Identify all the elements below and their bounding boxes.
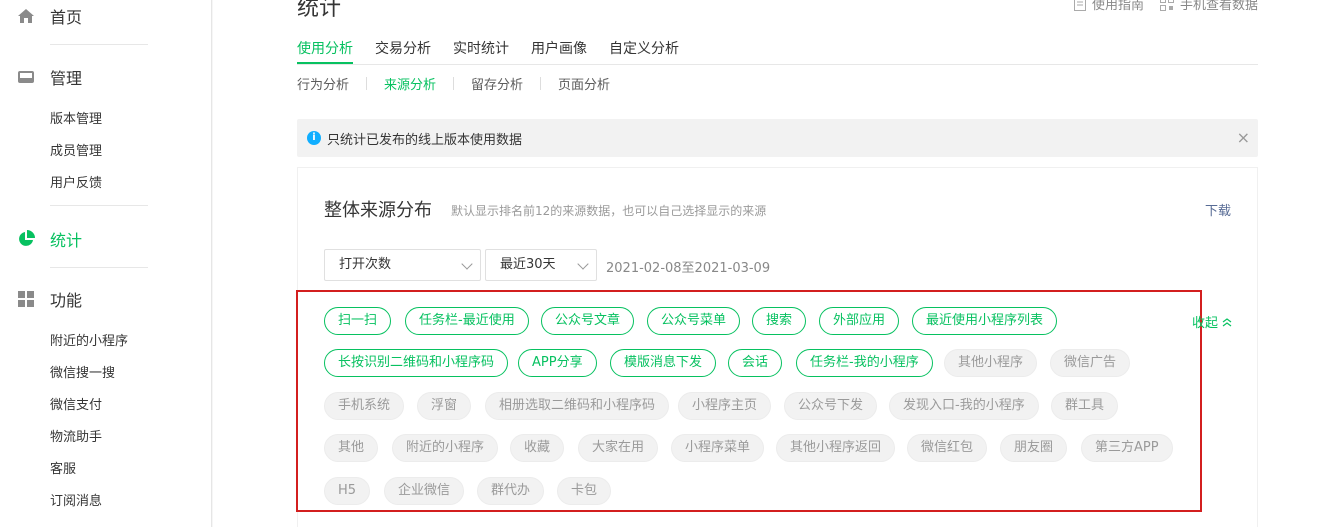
document-icon xyxy=(1073,0,1086,11)
source-tag[interactable]: 第三方APP xyxy=(1081,434,1173,462)
subtab-source[interactable]: 来源分析 xyxy=(384,74,436,93)
tab-usage[interactable]: 使用分析 xyxy=(297,38,353,64)
inbox-icon xyxy=(16,67,36,87)
grid-icon xyxy=(16,289,36,309)
sidebar-item-search[interactable]: 微信搜一搜 xyxy=(50,364,115,384)
divider xyxy=(540,77,542,90)
notice-text: 只统计已发布的线上版本使用数据 xyxy=(327,132,523,148)
source-tag[interactable]: 搜索 xyxy=(752,307,807,335)
sidebar-item-subscribe[interactable]: 订阅消息 xyxy=(50,492,102,512)
source-tag[interactable]: 公众号文章 xyxy=(541,307,635,335)
source-tag[interactable]: 附近的小程序 xyxy=(392,434,499,462)
sidebar: 首页 管理 版本管理 成员管理 用户反馈 统计 功能 附近的小程序 微信搜一搜 … xyxy=(0,0,212,527)
source-tag[interactable]: 朋友圈 xyxy=(1000,434,1068,462)
source-tag[interactable]: 群代办 xyxy=(477,477,545,505)
info-icon: i xyxy=(307,131,321,145)
source-tag[interactable]: 长按识别二维码和小程序码 xyxy=(324,349,509,377)
source-tag[interactable]: 外部应用 xyxy=(819,307,900,335)
tab-realtime[interactable]: 实时统计 xyxy=(453,38,509,64)
source-tag[interactable]: 模版消息下发 xyxy=(610,349,717,377)
sidebar-item-nearby[interactable]: 附近的小程序 xyxy=(50,332,128,352)
top-links: 使用指南 手机查看数据 xyxy=(1073,0,1258,13)
source-tag[interactable]: 卡包 xyxy=(557,477,612,505)
nav-features[interactable]: 功能 xyxy=(16,287,82,311)
tab-portrait[interactable]: 用户画像 xyxy=(531,38,587,64)
subtab-behavior[interactable]: 行为分析 xyxy=(297,74,349,93)
tab-trade[interactable]: 交易分析 xyxy=(375,38,431,64)
source-tag[interactable]: 相册选取二维码和小程序码 xyxy=(485,392,670,420)
secondary-tabs: 行为分析 来源分析 留存分析 页面分析 xyxy=(297,74,610,93)
nav-features-label: 功能 xyxy=(50,291,83,310)
home-icon xyxy=(16,6,36,26)
nav-manage[interactable]: 管理 xyxy=(16,65,82,89)
sidebar-item-feedback[interactable]: 用户反馈 xyxy=(50,174,102,194)
range-select-value: 最近30天 xyxy=(500,257,556,272)
metric-select-value: 打开次数 xyxy=(339,257,392,272)
guide-link[interactable]: 使用指南 xyxy=(1073,0,1144,13)
date-range: 2021-02-08至2021-03-09 xyxy=(606,261,771,276)
divider xyxy=(453,77,455,90)
panel-desc: 默认显示排名前12的来源数据，也可以自己选择显示的来源 xyxy=(451,204,767,218)
source-tag[interactable]: 小程序菜单 xyxy=(671,434,765,462)
guide-link-label: 使用指南 xyxy=(1091,0,1144,13)
mobile-link[interactable]: 手机查看数据 xyxy=(1159,0,1258,13)
collapse-toggle[interactable]: 收起 xyxy=(1192,312,1232,331)
chevron-down-icon xyxy=(577,258,589,270)
sidebar-item-service[interactable]: 客服 xyxy=(50,460,76,480)
source-tag[interactable]: 其他小程序返回 xyxy=(776,434,896,462)
source-tag[interactable]: 微信红包 xyxy=(907,434,988,462)
download-link[interactable]: 下载 xyxy=(1205,200,1231,219)
divider xyxy=(366,77,368,90)
panel-title: 整体来源分布 xyxy=(324,200,432,221)
source-tag[interactable]: 扫一扫 xyxy=(324,307,392,335)
page-title: 统计 xyxy=(297,0,342,21)
source-tag[interactable]: 公众号下发 xyxy=(784,392,878,420)
sidebar-item-pay[interactable]: 微信支付 xyxy=(50,396,102,416)
nav-home[interactable]: 首页 xyxy=(16,4,82,28)
qr-icon xyxy=(1159,0,1174,11)
source-tag[interactable]: 企业微信 xyxy=(384,477,465,505)
source-tag[interactable]: 其他 xyxy=(324,434,379,462)
source-tag[interactable]: 公众号菜单 xyxy=(647,307,741,335)
source-tag[interactable]: APP分享 xyxy=(518,349,597,377)
close-icon[interactable]: × xyxy=(1237,128,1250,147)
source-tag[interactable]: 会话 xyxy=(728,349,783,377)
mobile-link-label: 手机查看数据 xyxy=(1179,0,1258,13)
source-tag[interactable]: 其他小程序 xyxy=(944,349,1038,377)
nav-stats[interactable]: 统计 xyxy=(16,227,82,251)
source-tag[interactable]: 手机系统 xyxy=(324,392,405,420)
source-tag[interactable]: 微信广告 xyxy=(1050,349,1131,377)
source-tag[interactable]: 大家在用 xyxy=(578,434,659,462)
sidebar-item-version[interactable]: 版本管理 xyxy=(50,110,102,130)
sidebar-item-logistics[interactable]: 物流助手 xyxy=(50,428,102,448)
subtab-retention[interactable]: 留存分析 xyxy=(471,74,523,93)
sidebar-item-members[interactable]: 成员管理 xyxy=(50,142,102,162)
source-tag[interactable]: 任务栏-最近使用 xyxy=(405,307,529,335)
divider xyxy=(50,44,148,45)
source-tag[interactable]: 收藏 xyxy=(510,434,565,462)
source-tag[interactable]: H5 xyxy=(324,477,371,505)
tab-custom[interactable]: 自定义分析 xyxy=(609,38,679,64)
nav-home-label: 首页 xyxy=(50,8,83,27)
source-tag[interactable]: 最近使用小程序列表 xyxy=(912,307,1058,335)
source-tag[interactable]: 任务栏-我的小程序 xyxy=(796,349,933,377)
pie-chart-icon xyxy=(16,229,36,249)
chevron-down-icon xyxy=(461,258,473,270)
source-tag[interactable]: 小程序主页 xyxy=(678,392,772,420)
source-tag[interactable]: 群工具 xyxy=(1051,392,1119,420)
range-select[interactable]: 最近30天 xyxy=(485,249,597,281)
subtab-page[interactable]: 页面分析 xyxy=(558,74,610,93)
chevron-up-icon xyxy=(1222,318,1232,327)
divider xyxy=(50,267,148,268)
divider xyxy=(50,205,148,206)
metric-select[interactable]: 打开次数 xyxy=(324,249,481,281)
source-tag[interactable]: 浮窗 xyxy=(417,392,472,420)
primary-tabs: 使用分析 交易分析 实时统计 用户画像 自定义分析 xyxy=(297,38,679,64)
tabs-divider xyxy=(297,64,1258,65)
nav-manage-label: 管理 xyxy=(50,69,83,88)
notice-bar: i 只统计已发布的线上版本使用数据 × xyxy=(297,119,1258,157)
nav-stats-label: 统计 xyxy=(50,231,83,250)
source-tag[interactable]: 发现入口-我的小程序 xyxy=(889,392,1039,420)
collapse-label: 收起 xyxy=(1192,316,1219,331)
